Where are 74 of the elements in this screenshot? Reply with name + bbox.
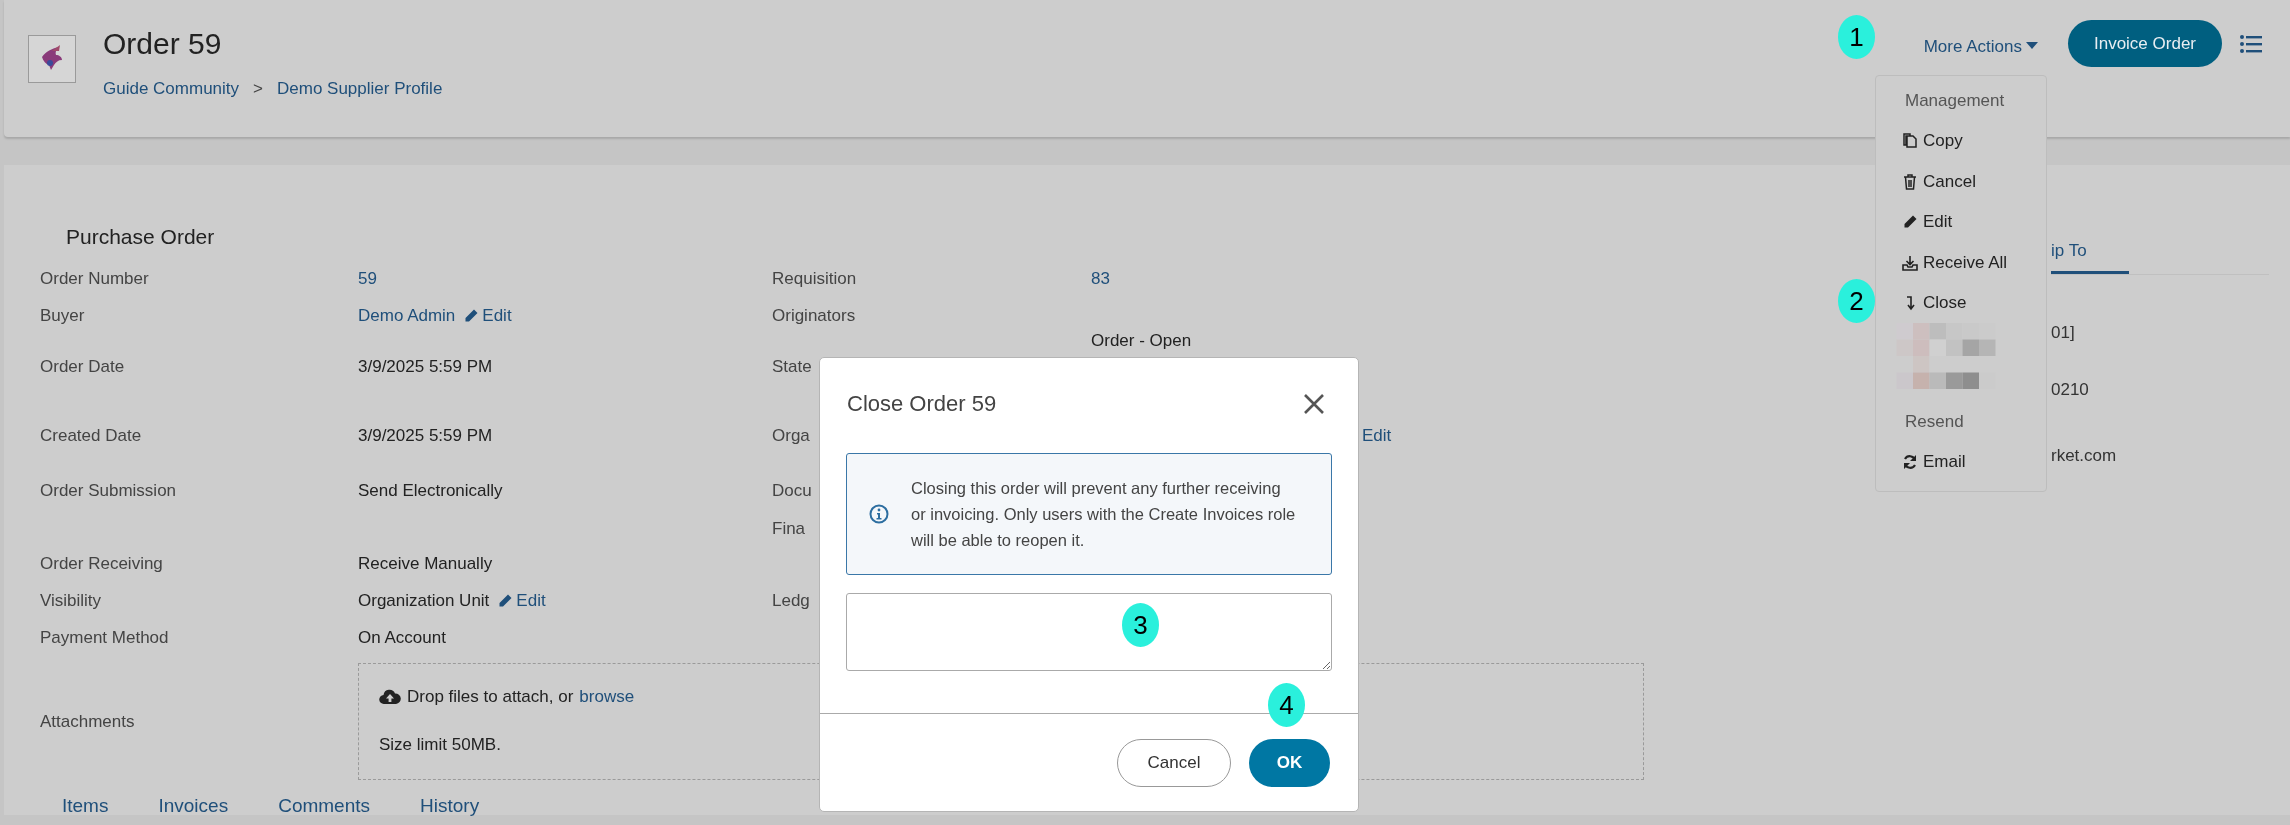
browse-link[interactable]: browse — [579, 686, 635, 708]
size-limit-note: Size limit 50MB. — [379, 734, 502, 756]
field-value: On Account — [358, 627, 446, 649]
field-label: Created Date — [40, 426, 142, 445]
tab[interactable]: Items — [62, 794, 109, 818]
address-text: rket.com — [2051, 445, 2118, 467]
field-value: Send Electronically — [358, 480, 503, 502]
field-label: Originators — [772, 306, 856, 325]
address-text: 01] — [2051, 322, 2076, 344]
ok-button[interactable]: OK — [1249, 739, 1330, 787]
field-label: Attachments — [40, 711, 136, 732]
cancel-button[interactable]: Cancel — [1117, 739, 1231, 787]
copy-icon — [1902, 133, 1918, 149]
tab[interactable]: History — [420, 794, 480, 818]
field-value: Receive Manually — [358, 553, 493, 575]
value-link[interactable]: 59 — [358, 268, 377, 290]
cloud-upload-icon — [379, 689, 401, 705]
info-message: Closing this order will prevent any further receiving or invoicing. Only users with the Create Invoices role will be able to reopen it. — [911, 478, 1296, 551]
menu-item[interactable]: Receive All — [1902, 251, 2046, 274]
tab[interactable]: Comments — [278, 794, 370, 818]
tab[interactable]: ip To — [2051, 239, 2129, 274]
field-value: Order - Open — [1091, 330, 1192, 352]
more-actions-link[interactable]: More Actions — [1923, 35, 2022, 58]
field-label: Docu — [772, 481, 812, 500]
menu-item[interactable]: Cancel — [1902, 170, 2046, 193]
menu-section-title: Management — [1904, 90, 2006, 112]
pencil-icon — [497, 593, 514, 609]
field-label: Order Submission — [40, 481, 177, 500]
pencil-icon — [1902, 214, 1918, 230]
info-icon — [869, 504, 889, 524]
close-button[interactable] — [1302, 392, 1326, 416]
value-link[interactable]: Demo Admin — [358, 305, 456, 327]
list-icon[interactable] — [2240, 34, 2262, 53]
trash-icon — [1902, 173, 1918, 190]
field-label: State — [772, 357, 812, 376]
close-icon — [1303, 393, 1325, 415]
tray-download-icon — [1902, 254, 1918, 271]
field-value: 3/9/2025 5:59 PM — [358, 356, 493, 378]
bird-logo-icon — [28, 35, 76, 83]
section-title: Purchase Order — [65, 224, 216, 249]
field-label: Fina — [772, 519, 806, 538]
tab[interactable]: Invoices — [158, 794, 229, 818]
field-label: Ledg — [772, 591, 810, 610]
refresh-icon — [1902, 453, 1918, 470]
edit-link[interactable]: Edit — [1362, 425, 1392, 447]
field-label: Order Receiving — [40, 554, 163, 573]
edit-link[interactable]: Edit — [463, 305, 512, 327]
field-label: Visibility — [40, 591, 102, 610]
field-label: Payment Method — [40, 628, 169, 647]
breadcrumb-separator: > — [253, 78, 263, 100]
field-label: Order Number — [40, 269, 149, 288]
page-title: Order 59 — [103, 26, 223, 62]
breadcrumb-link[interactable]: Demo Supplier Profile — [277, 78, 443, 100]
field-value: Organization Unit — [358, 590, 490, 612]
invoice-order-button[interactable]: Invoice Order — [2067, 20, 2222, 67]
menu-section-title: Resend — [1904, 410, 1965, 433]
field-label: Requisition — [772, 269, 857, 288]
pencil-icon — [463, 308, 480, 324]
field-value: 3/9/2025 5:59 PM — [358, 425, 493, 447]
value-link[interactable]: 83 — [1091, 268, 1110, 290]
edit-link[interactable]: Edit — [497, 590, 546, 612]
field-label: Buyer — [40, 306, 85, 325]
field-label: Orga — [772, 426, 810, 445]
menu-item[interactable]: Email — [1902, 450, 2046, 473]
menu-item[interactable]: Copy — [1902, 130, 2046, 152]
drop-hint: Drop files to attach, or — [407, 686, 574, 708]
caret-icon — [2025, 41, 2038, 50]
field-label: Order Date — [40, 357, 125, 376]
address-text: 0210 — [2051, 379, 2090, 401]
menu-item[interactable]: Close — [1902, 292, 2046, 314]
comment-field[interactable] — [846, 593, 1332, 671]
menu-item[interactable]: Edit — [1902, 211, 2046, 233]
breadcrumb-link[interactable]: Guide Community — [103, 78, 240, 100]
dialog-title: Close Order 59 — [847, 391, 997, 417]
